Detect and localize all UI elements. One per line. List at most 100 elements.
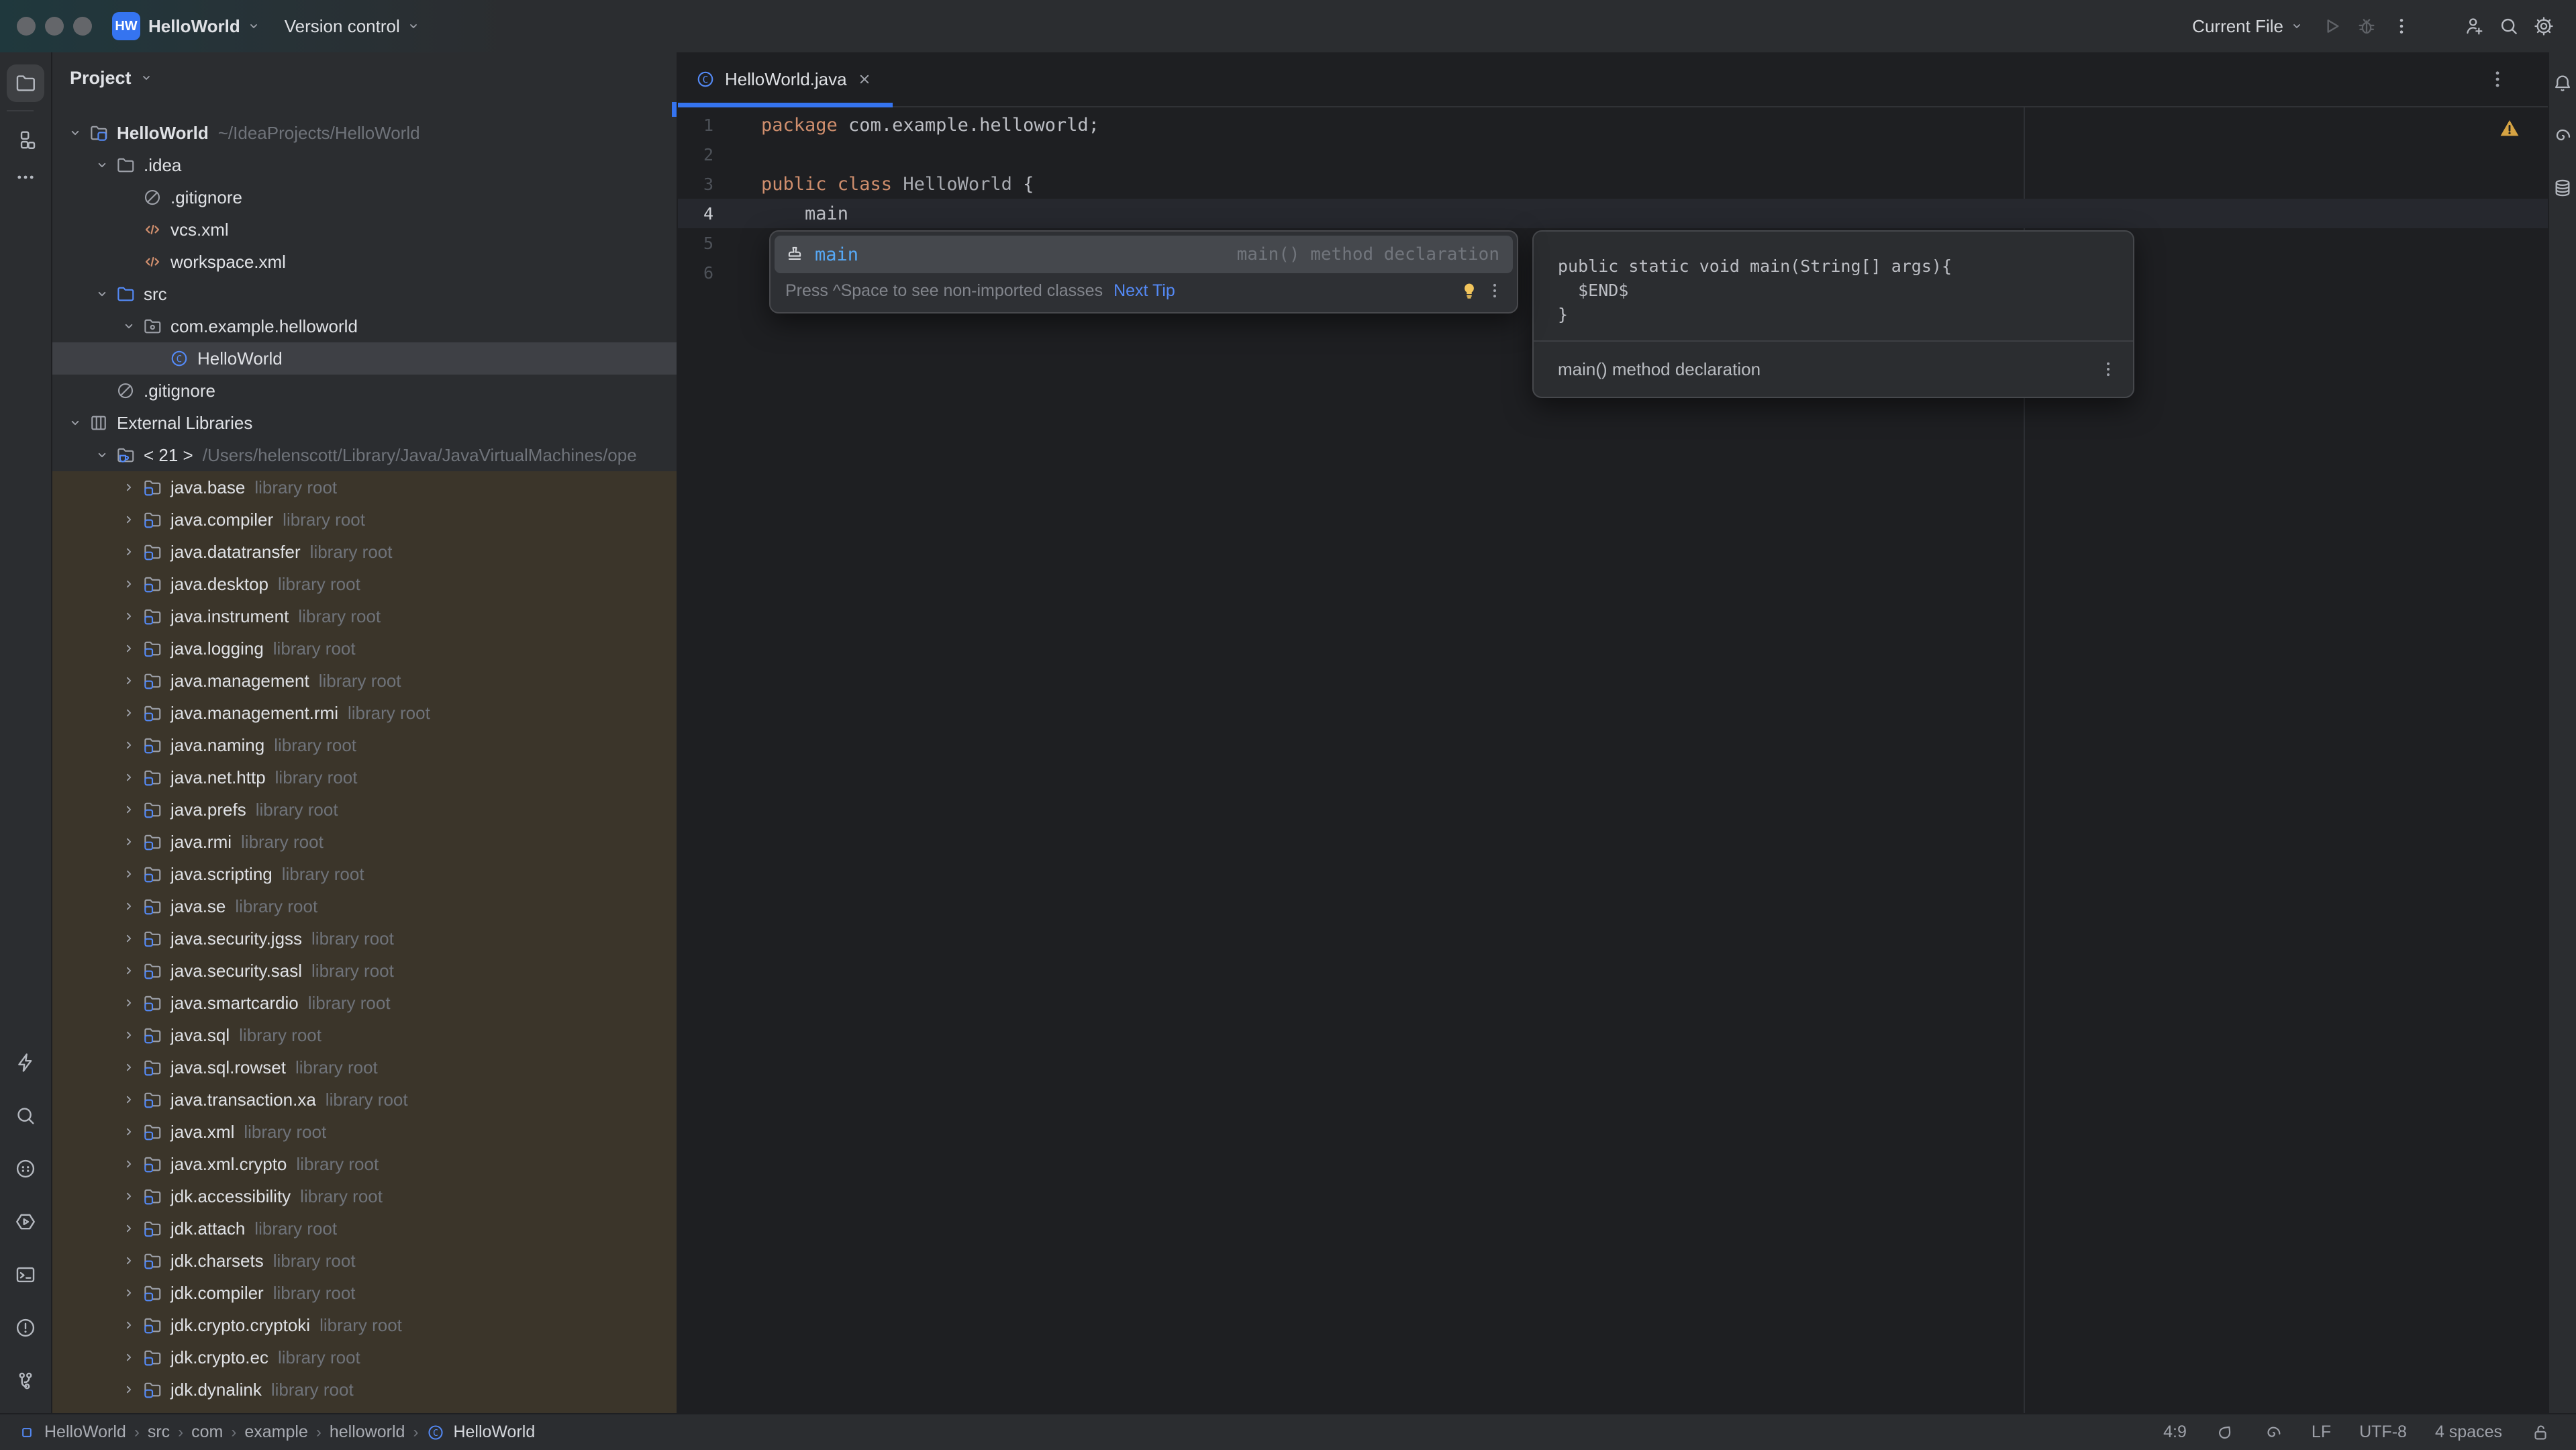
chevron-right-icon[interactable] — [117, 542, 141, 562]
tree-row[interactable]: vcs.xml — [52, 213, 677, 246]
breadcrumb-item[interactable]: src — [148, 1422, 170, 1442]
line-number[interactable]: 4 — [678, 204, 713, 224]
chevron-right-icon[interactable] — [117, 896, 141, 916]
code-line[interactable]: 4 main — [678, 199, 2548, 228]
debug-button[interactable] — [2352, 11, 2381, 41]
tree-row[interactable]: java.sql library root — [52, 1019, 677, 1051]
chevron-right-icon[interactable] — [117, 510, 141, 530]
chevron-right-icon[interactable] — [117, 832, 141, 852]
tree-row[interactable]: jdk.charsets library root — [52, 1245, 677, 1277]
tool-stripe-version-control-button[interactable] — [7, 1362, 44, 1400]
run-button[interactable] — [2317, 11, 2346, 41]
caret-position-widget[interactable]: 4:9 — [2163, 1422, 2187, 1442]
inspections-warning-icon[interactable] — [2498, 117, 2521, 140]
line-separator-widget[interactable]: LF — [2312, 1422, 2331, 1442]
chevron-right-icon[interactable] — [117, 1251, 141, 1271]
chevron-down-icon[interactable] — [63, 123, 87, 143]
chevron-right-icon[interactable] — [117, 735, 141, 755]
tree-row[interactable]: HelloWorld ~/IdeaProjects/HelloWorld — [52, 117, 677, 149]
tool-stripe-terminal-button[interactable] — [7, 1256, 44, 1294]
breadcrumb-item[interactable]: com — [191, 1422, 223, 1442]
tree-row[interactable]: java.instrument library root — [52, 600, 677, 632]
project-menu[interactable]: HelloWorld — [148, 16, 262, 37]
tool-stripe-project-button[interactable] — [7, 64, 44, 102]
tree-row[interactable]: jdk.accessibility library root — [52, 1180, 677, 1212]
chevron-right-icon[interactable] — [117, 1283, 141, 1303]
tree-row[interactable]: java.management library root — [52, 665, 677, 697]
tool-stripe-database-button[interactable] — [2550, 169, 2575, 207]
tool-stripe-problems-button[interactable] — [7, 1309, 44, 1347]
breadcrumb-item[interactable]: HelloWorld — [44, 1422, 126, 1442]
chevron-down-icon[interactable] — [90, 284, 114, 304]
tree-row[interactable]: java.compiler library root — [52, 503, 677, 536]
encoding-widget[interactable]: UTF-8 — [2359, 1422, 2407, 1442]
tree-row[interactable]: java.security.jgss library root — [52, 922, 677, 955]
more-actions-button[interactable] — [2387, 11, 2416, 41]
tree-scrollbar-thumb[interactable] — [672, 102, 677, 117]
code-line[interactable]: 1 package com.example.helloworld; — [678, 110, 2548, 140]
search-everywhere-button[interactable] — [2494, 11, 2524, 41]
chevron-down-icon[interactable] — [117, 316, 141, 336]
tree-row[interactable]: java.se library root — [52, 890, 677, 922]
line-number[interactable]: 3 — [678, 175, 713, 194]
chevron-down-icon[interactable] — [63, 413, 87, 433]
chevron-right-icon[interactable] — [117, 1122, 141, 1142]
tree-row[interactable]: java.scripting library root — [52, 858, 677, 890]
chevron-right-icon[interactable] — [117, 574, 141, 594]
tree-row[interactable]: java.base library root — [52, 471, 677, 503]
tree-row[interactable]: java.management.rmi library root — [52, 697, 677, 729]
chevron-right-icon[interactable] — [117, 993, 141, 1013]
tree-row[interactable]: jdk.crypto.cryptoki library root — [52, 1309, 677, 1341]
chevron-right-icon[interactable] — [117, 864, 141, 884]
tool-stripe-structure-button[interactable] — [7, 121, 44, 158]
chevron-right-icon[interactable] — [117, 1154, 141, 1174]
chevron-right-icon[interactable] — [117, 928, 141, 949]
tree-row[interactable]: .gitignore — [52, 375, 677, 407]
chevron-right-icon[interactable] — [117, 1186, 141, 1206]
window-zoom-button[interactable] — [73, 17, 92, 36]
tab-close-icon[interactable] — [855, 70, 874, 89]
chevron-right-icon[interactable] — [117, 1347, 141, 1367]
editor-tab[interactable]: C HelloWorld.java — [678, 52, 891, 106]
tree-row[interactable]: java.security.sasl library root — [52, 955, 677, 987]
line-number[interactable]: 6 — [678, 263, 713, 283]
code-line[interactable]: 2 — [678, 140, 2548, 169]
tree-row[interactable]: java.transaction.xa library root — [52, 1083, 677, 1116]
chevron-right-icon[interactable] — [117, 477, 141, 497]
tree-row[interactable]: java.rmi library root — [52, 826, 677, 858]
tree-row[interactable]: jdk.dynalink library root — [52, 1373, 677, 1406]
tool-stripe-find-button[interactable] — [7, 1097, 44, 1134]
tree-row[interactable]: java.datatransfer library root — [52, 536, 677, 568]
breadcrumb-item[interactable]: helloworld — [330, 1422, 405, 1442]
breadcrumb-item[interactable]: example — [244, 1422, 308, 1442]
line-number[interactable]: 5 — [678, 234, 713, 253]
window-close-button[interactable] — [17, 17, 36, 36]
chevron-right-icon[interactable] — [117, 1218, 141, 1239]
tool-stripe-more-button[interactable] — [7, 158, 44, 196]
line-number[interactable]: 1 — [678, 115, 713, 135]
chevron-right-icon[interactable] — [117, 638, 141, 659]
tree-row[interactable]: java.desktop library root — [52, 568, 677, 600]
tree-row[interactable]: jdk.crypto.ec library root — [52, 1341, 677, 1373]
doc-options-kebab-icon[interactable] — [2098, 359, 2118, 379]
chevron-right-icon[interactable] — [117, 671, 141, 691]
tree-row[interactable]: .idea — [52, 149, 677, 181]
tree-row[interactable]: External Libraries — [52, 407, 677, 439]
chevron-right-icon[interactable] — [117, 1025, 141, 1045]
version-control-menu[interactable]: Version control — [285, 16, 422, 37]
tree-row[interactable]: jdk.attach library root — [52, 1212, 677, 1245]
tree-row[interactable]: java.prefs library root — [52, 793, 677, 826]
next-tip-link[interactable]: Next Tip — [1113, 281, 1175, 301]
tree-row[interactable]: java.net.http library root — [52, 761, 677, 793]
run-configuration-selector[interactable]: Current File — [2192, 16, 2305, 37]
line-number[interactable]: 2 — [678, 145, 713, 164]
tool-stripe-notifications-button[interactable] — [2550, 64, 2575, 102]
tool-stripe-bolt-button[interactable] — [7, 1044, 44, 1081]
chevron-right-icon[interactable] — [117, 1057, 141, 1077]
tree-row[interactable]: CHelloWorld — [52, 342, 677, 375]
project-panel-header[interactable]: Project — [52, 52, 677, 103]
chevron-down-icon[interactable] — [90, 445, 114, 465]
tree-row[interactable]: java.xml.crypto library root — [52, 1148, 677, 1180]
tool-stripe-services-button[interactable] — [7, 1203, 44, 1241]
tab-options-kebab-icon[interactable] — [2486, 68, 2509, 91]
